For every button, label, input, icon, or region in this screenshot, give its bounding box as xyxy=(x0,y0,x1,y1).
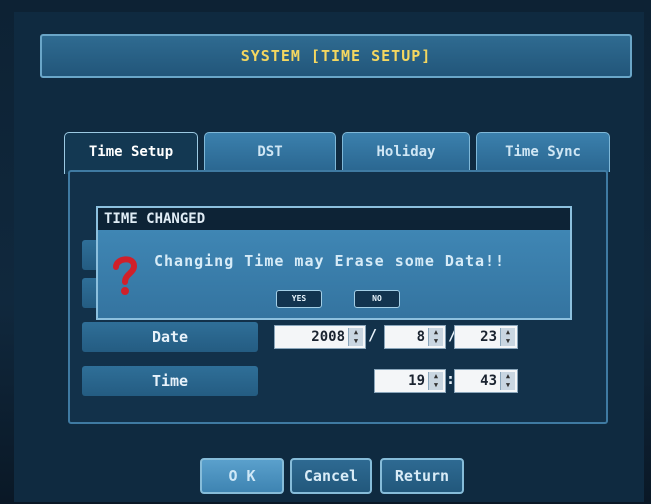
tab-bar: Time Setup DST Holiday Time Sync xyxy=(64,132,610,174)
down-arrow-icon[interactable]: ▼ xyxy=(501,381,515,390)
down-arrow-icon[interactable]: ▼ xyxy=(501,337,515,346)
tab-holiday[interactable]: Holiday xyxy=(342,132,470,172)
time-label: Time xyxy=(82,366,258,396)
minute-stepper[interactable]: 43 ▲ ▼ xyxy=(454,369,518,393)
dialog-message: Changing Time may Erase some Data!! xyxy=(154,252,506,270)
return-button[interactable]: Return xyxy=(380,458,464,494)
ok-button[interactable]: O K xyxy=(200,458,284,494)
time-changed-dialog: TIME CHANGED Changing Time may Erase som… xyxy=(96,206,572,320)
down-arrow-icon[interactable]: ▼ xyxy=(429,381,443,390)
minute-value: 43 xyxy=(480,373,497,389)
minute-stepper-arrows[interactable]: ▲ ▼ xyxy=(500,372,515,390)
hour-value: 19 xyxy=(408,373,425,389)
down-arrow-icon[interactable]: ▼ xyxy=(349,337,363,346)
down-arrow-icon[interactable]: ▼ xyxy=(429,337,443,346)
up-arrow-icon[interactable]: ▲ xyxy=(501,328,515,337)
up-arrow-icon[interactable]: ▲ xyxy=(429,328,443,337)
cancel-button[interactable]: Cancel xyxy=(290,458,372,494)
dialog-body: Changing Time may Erase some Data!! YES … xyxy=(98,230,570,318)
hour-stepper-arrows[interactable]: ▲ ▼ xyxy=(428,372,443,390)
up-arrow-icon[interactable]: ▲ xyxy=(501,372,515,381)
month-stepper[interactable]: 8 ▲ ▼ xyxy=(384,325,446,349)
question-mark-icon xyxy=(113,256,138,295)
up-arrow-icon[interactable]: ▲ xyxy=(429,372,443,381)
year-value: 2008 xyxy=(311,329,345,345)
month-stepper-arrows[interactable]: ▲ ▼ xyxy=(428,328,443,346)
year-stepper-arrows[interactable]: ▲ ▼ xyxy=(348,328,363,346)
yes-button[interactable]: YES xyxy=(276,290,322,308)
day-stepper[interactable]: 23 ▲ ▼ xyxy=(454,325,518,349)
date-label: Date xyxy=(82,322,258,352)
tab-time-setup[interactable]: Time Setup xyxy=(64,132,198,174)
hour-stepper[interactable]: 19 ▲ ▼ xyxy=(374,369,446,393)
month-value: 8 xyxy=(416,329,425,345)
tab-time-sync[interactable]: Time Sync xyxy=(476,132,610,172)
dialog-title: TIME CHANGED xyxy=(98,208,570,230)
up-arrow-icon[interactable]: ▲ xyxy=(349,328,363,337)
date-separator-1: / xyxy=(368,326,378,344)
day-value: 23 xyxy=(480,329,497,345)
year-stepper[interactable]: 2008 ▲ ▼ xyxy=(274,325,366,349)
page-title: SYSTEM [TIME SETUP] xyxy=(40,34,632,78)
no-button[interactable]: NO xyxy=(354,290,400,308)
day-stepper-arrows[interactable]: ▲ ▼ xyxy=(500,328,515,346)
tab-dst[interactable]: DST xyxy=(204,132,336,172)
